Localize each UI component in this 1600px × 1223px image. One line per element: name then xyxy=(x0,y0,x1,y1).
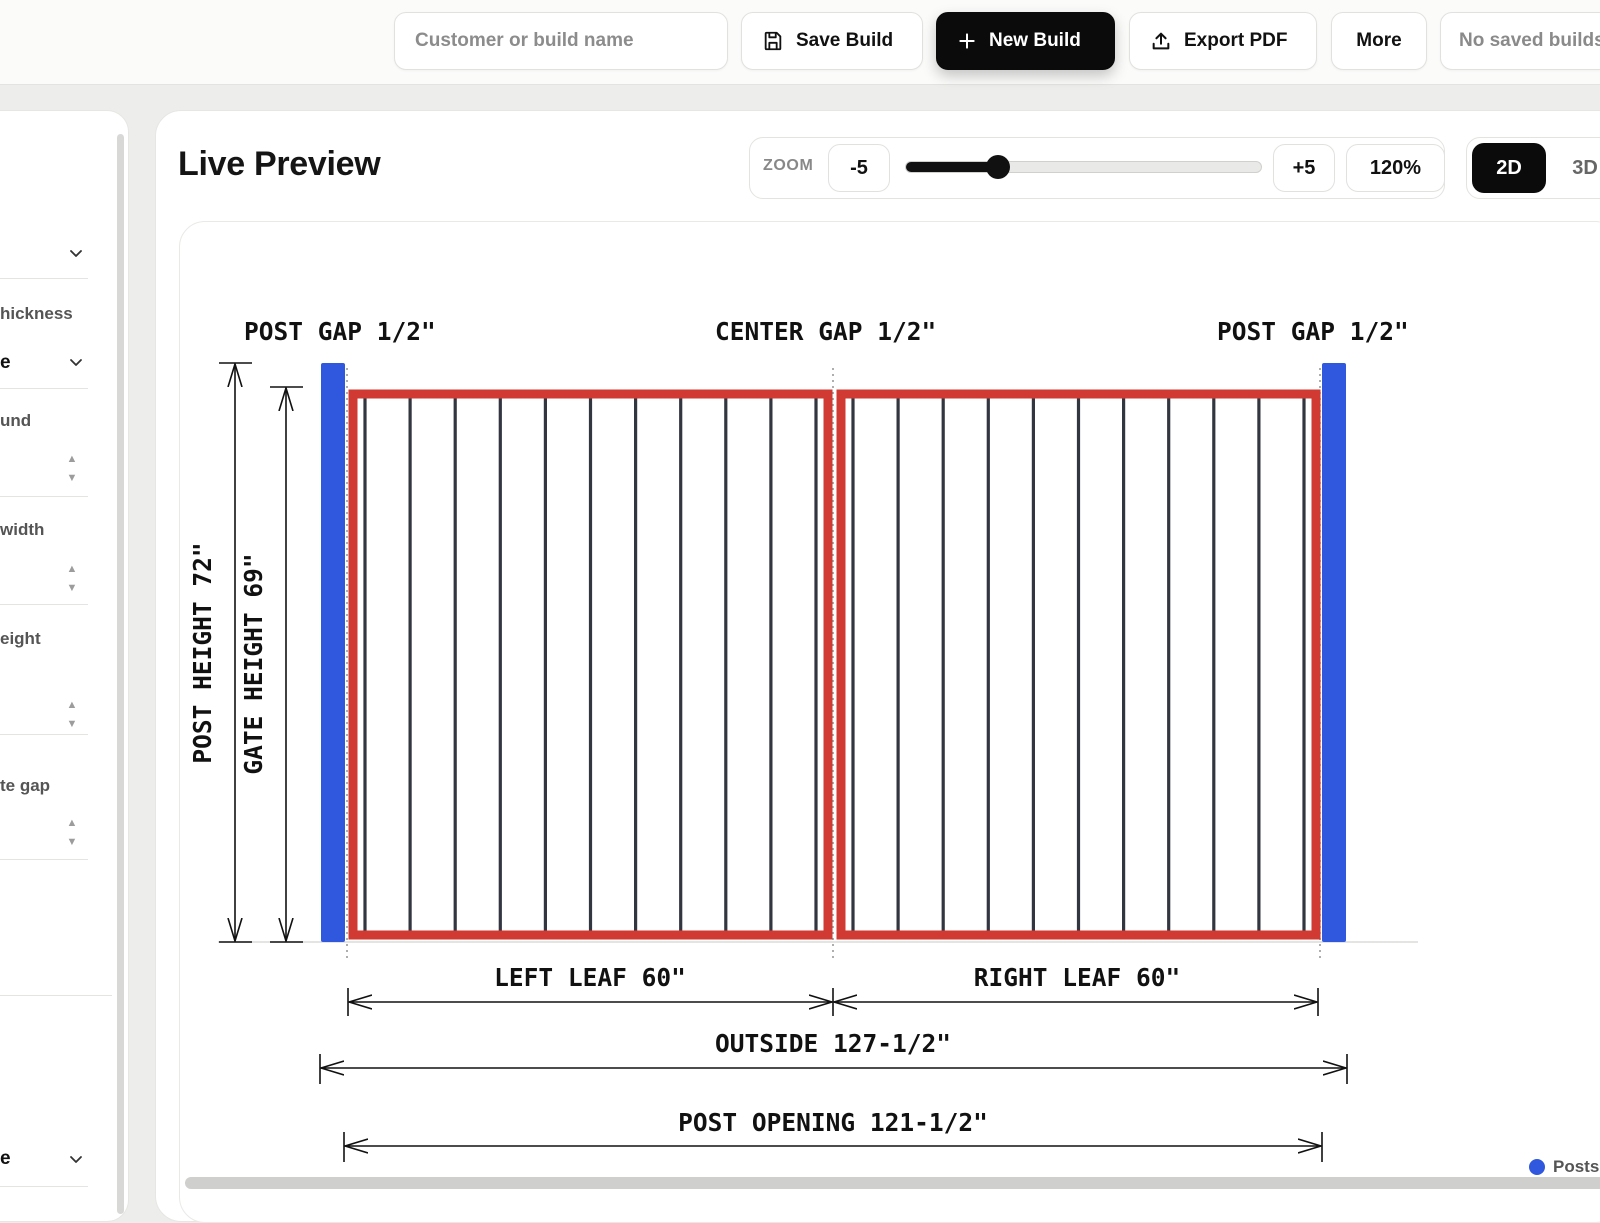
left-post[interactable] xyxy=(321,363,345,942)
outside-width-label: OUTSIDE 127-1/2" xyxy=(715,1029,951,1058)
left-leaf-label: LEFT LEAF 60" xyxy=(494,963,686,992)
posts-legend-dot xyxy=(1529,1159,1545,1175)
pickets xyxy=(363,398,1306,931)
post-opening-label: POST OPENING 121-1/2" xyxy=(678,1108,988,1137)
posts-legend-label: Posts xyxy=(1553,1157,1600,1176)
right-leaf-label: RIGHT LEAF 60" xyxy=(974,963,1181,992)
center-gap-label: CENTER GAP 1/2" xyxy=(715,317,936,346)
right-post[interactable] xyxy=(1322,363,1346,942)
post-gap-left-label: POST GAP 1/2" xyxy=(244,317,436,346)
gap-guides xyxy=(346,368,1321,960)
legend-posts: Posts xyxy=(1529,1157,1599,1177)
gate-drawing: POST GAP 1/2" CENTER GAP 1/2" POST GAP 1… xyxy=(188,317,1418,1162)
post-gap-right-label: POST GAP 1/2" xyxy=(1217,317,1409,346)
gate-height-label: GATE HEIGHT 69" xyxy=(239,553,268,774)
post-height-label: POST HEIGHT 72" xyxy=(188,542,217,763)
canvas-scrollbar[interactable] xyxy=(185,1177,1600,1189)
